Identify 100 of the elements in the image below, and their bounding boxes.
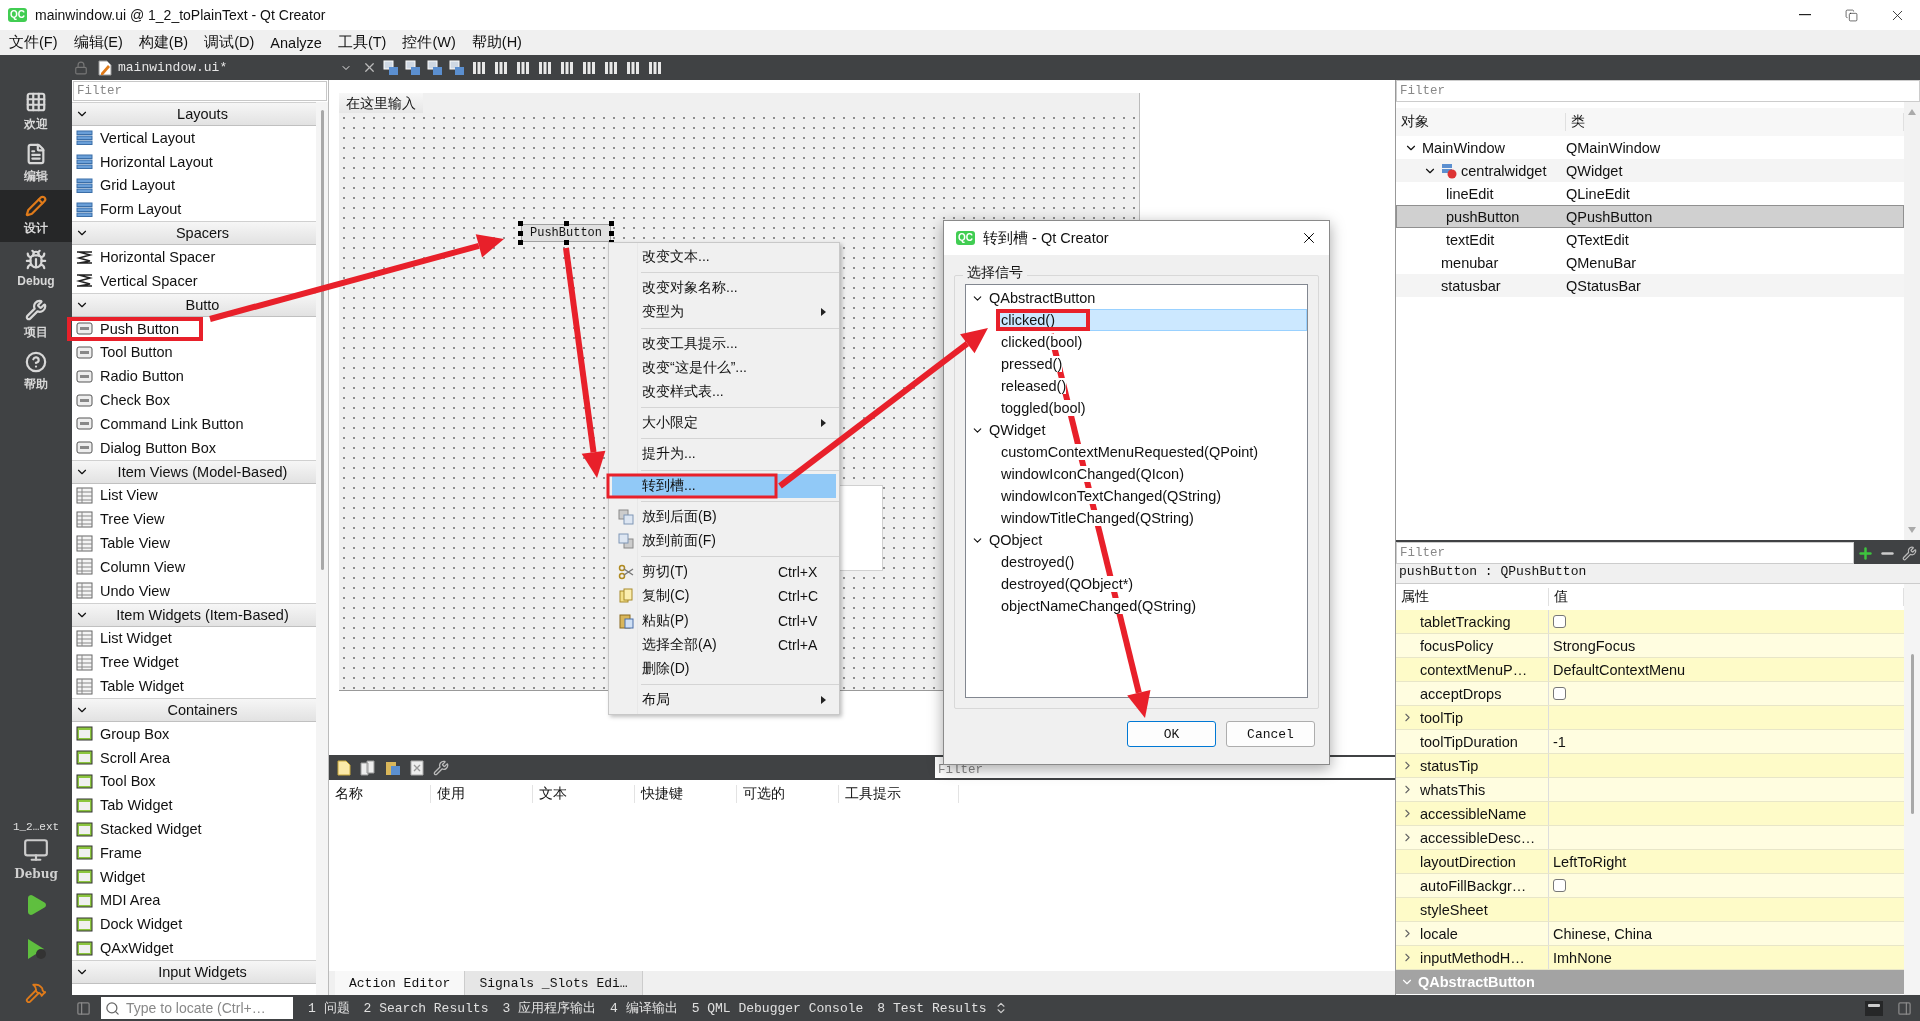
layout-tool-icon[interactable] bbox=[449, 59, 465, 76]
menu-item[interactable]: 改变对象名称... bbox=[612, 276, 836, 301]
property-value[interactable]: ImhNone bbox=[1549, 949, 1612, 966]
menu-item[interactable]: 大小限定 bbox=[612, 411, 836, 436]
widget-item[interactable]: Widget bbox=[72, 864, 316, 889]
category-header[interactable]: Item Widgets (Item-Based) bbox=[72, 602, 316, 627]
menu-item[interactable]: 放到后面(B) bbox=[612, 504, 836, 529]
wrench-icon[interactable] bbox=[1902, 545, 1918, 561]
menu-item[interactable]: 放到前面(F) bbox=[612, 528, 836, 554]
widget-item[interactable]: Undo View bbox=[72, 578, 316, 603]
layout-tool-icon[interactable] bbox=[537, 59, 553, 76]
widget-item[interactable]: Command Link Button bbox=[72, 411, 316, 436]
output-tab[interactable]: 1 问题 bbox=[301, 995, 357, 1021]
mode-button[interactable]: 欢迎 bbox=[0, 86, 72, 138]
tab[interactable]: Action Editor bbox=[335, 971, 466, 995]
category-header[interactable]: Item Views (Model-Based) bbox=[72, 459, 316, 484]
mode-button[interactable]: 帮助 bbox=[0, 346, 72, 398]
column-header[interactable]: 对象 bbox=[1396, 113, 1566, 131]
menu-item[interactable]: 选择全部(A) Ctrl+A bbox=[612, 632, 836, 657]
paste-action-icon[interactable] bbox=[385, 759, 401, 776]
output-tab[interactable]: 2 Search Results bbox=[356, 995, 496, 1021]
menu-item[interactable]: Analyze bbox=[262, 30, 330, 55]
category-header[interactable]: Input Widgets bbox=[72, 959, 316, 984]
menu-item[interactable]: 调试(D) bbox=[196, 30, 263, 55]
widget-item[interactable]: Push Button bbox=[72, 316, 316, 341]
menu-item[interactable]: 构建(B) bbox=[130, 30, 197, 55]
category-header[interactable]: Spacers bbox=[72, 221, 316, 246]
tree-row[interactable]: statusbar QStatusBar bbox=[1396, 274, 1904, 297]
widget-item[interactable]: Stacked Widget bbox=[72, 817, 316, 841]
selection-handle[interactable] bbox=[564, 240, 569, 245]
panel-button[interactable] bbox=[1865, 1000, 1883, 1016]
layout-tool-icon[interactable] bbox=[515, 59, 531, 76]
widget-item[interactable]: Table View bbox=[72, 531, 316, 555]
menu-item[interactable]: 复制(C) Ctrl+C bbox=[612, 584, 836, 609]
widget-item[interactable]: Dock Widget bbox=[72, 912, 316, 937]
dialog-button[interactable]: OK bbox=[1127, 721, 1216, 747]
widget-item[interactable]: Tree View bbox=[72, 507, 316, 532]
sidebar-toggle-icon[interactable] bbox=[1897, 1000, 1912, 1016]
menu-item[interactable]: 编辑(E) bbox=[65, 30, 131, 55]
menu-item[interactable]: 帮助(H) bbox=[463, 30, 530, 55]
widget-item[interactable]: Vertical Spacer bbox=[72, 269, 316, 293]
menu-item[interactable]: 转到槽... bbox=[612, 473, 836, 498]
widget-item[interactable]: Dialog Button Box bbox=[72, 435, 316, 460]
filter-field[interactable]: Filter bbox=[1396, 80, 1920, 102]
push-button-widget[interactable]: PushButton bbox=[521, 224, 611, 242]
tab[interactable]: Signals _Slots Edi… bbox=[465, 971, 643, 995]
context-menu[interactable]: 改变文本... 改变对象名称... 变型为 改变工具提示... 改变“这是什么”... 改变样式表... 大小限定 提升为... 转到槽... 放到后面(B) 放到前面(F) 剪切(T) Ctrl+X 复制(C) Ctrl+C 粘贴(P) Ctrl+V 选择全部(A) Ctrl+A 删除(D) 布局 bbox=[608, 242, 840, 716]
layout-tool-icon[interactable] bbox=[427, 59, 443, 76]
menu-item[interactable]: 改变样式表... bbox=[612, 379, 836, 405]
copy-action-icon[interactable] bbox=[360, 759, 376, 776]
widget-item[interactable]: Horizontal Layout bbox=[72, 149, 316, 174]
menu-item[interactable]: 剪切(T) Ctrl+X bbox=[612, 560, 836, 585]
menu-item[interactable]: 提升为... bbox=[612, 442, 836, 467]
column-header[interactable]: 名称 bbox=[329, 785, 431, 803]
widget-item[interactable]: Scroll Area bbox=[72, 745, 316, 770]
property-value[interactable]: -1 bbox=[1549, 733, 1566, 750]
new-action-icon[interactable] bbox=[337, 759, 351, 776]
menu-item[interactable]: 控件(W) bbox=[394, 30, 464, 55]
column-header[interactable]: 属性 bbox=[1396, 588, 1549, 606]
layout-tool-icon[interactable] bbox=[405, 59, 421, 76]
widget-item[interactable]: QAxWidget bbox=[72, 936, 316, 960]
property-value[interactable]: DefaultContextMenu bbox=[1549, 661, 1686, 678]
delete-action-icon[interactable] bbox=[410, 759, 424, 776]
widget-item[interactable]: Vertical Layout bbox=[72, 126, 316, 150]
widget-item[interactable]: MDI Area bbox=[72, 888, 316, 913]
category-header[interactable]: Layouts bbox=[72, 102, 316, 126]
close-icon[interactable] bbox=[362, 60, 377, 75]
filter-field[interactable]: Filter bbox=[73, 81, 327, 101]
menu-item[interactable]: 布局 bbox=[612, 688, 836, 713]
menu-item[interactable]: 改变工具提示... bbox=[612, 331, 836, 356]
output-tab[interactable]: 8 Test Results bbox=[870, 995, 994, 1021]
layout-tool-icon[interactable] bbox=[647, 59, 663, 76]
dialog-button[interactable]: Cancel bbox=[1226, 721, 1315, 747]
layout-tool-icon[interactable] bbox=[471, 59, 487, 76]
monitor-icon[interactable] bbox=[23, 837, 49, 863]
menu-item[interactable]: 工具(T) bbox=[329, 30, 395, 55]
widget-item[interactable]: Radio Button bbox=[72, 364, 316, 389]
output-tab[interactable]: 5 QML Debugger Console bbox=[684, 995, 871, 1021]
widget-item[interactable]: Group Box bbox=[72, 721, 316, 746]
checkbox[interactable] bbox=[1553, 687, 1566, 700]
widget-item[interactable]: Grid Layout bbox=[72, 173, 316, 198]
category-header[interactable]: Butto bbox=[72, 292, 316, 317]
layout-tool-icon[interactable] bbox=[559, 59, 575, 76]
column-header[interactable]: 可选的 bbox=[737, 785, 839, 803]
menu-item[interactable]: 变型为 bbox=[612, 300, 836, 325]
layout-tool-icon[interactable] bbox=[625, 59, 641, 76]
column-header[interactable]: 使用 bbox=[431, 785, 533, 803]
locator-field[interactable]: Type to locate (Ctrl+… bbox=[101, 997, 293, 1019]
widget-item[interactable]: Form Layout bbox=[72, 197, 316, 222]
mode-button[interactable]: Debug bbox=[0, 242, 72, 294]
output-tab[interactable]: 4 编译输出 bbox=[603, 995, 685, 1021]
property-value[interactable]: LeftToRight bbox=[1549, 853, 1627, 870]
menu-placeholder[interactable]: 在这里输入 bbox=[339, 93, 423, 113]
category-header[interactable]: Containers bbox=[72, 697, 316, 722]
property-value[interactable]: StrongFocus bbox=[1549, 637, 1636, 654]
filter-field[interactable]: Filter bbox=[1396, 542, 1854, 564]
menu-item[interactable]: 改变“这是什么”... bbox=[612, 355, 836, 380]
add-icon[interactable] bbox=[1856, 544, 1874, 562]
widget-item[interactable]: Horizontal Spacer bbox=[72, 245, 316, 269]
file-selector[interactable]: mainwindow.ui* bbox=[94, 55, 356, 80]
